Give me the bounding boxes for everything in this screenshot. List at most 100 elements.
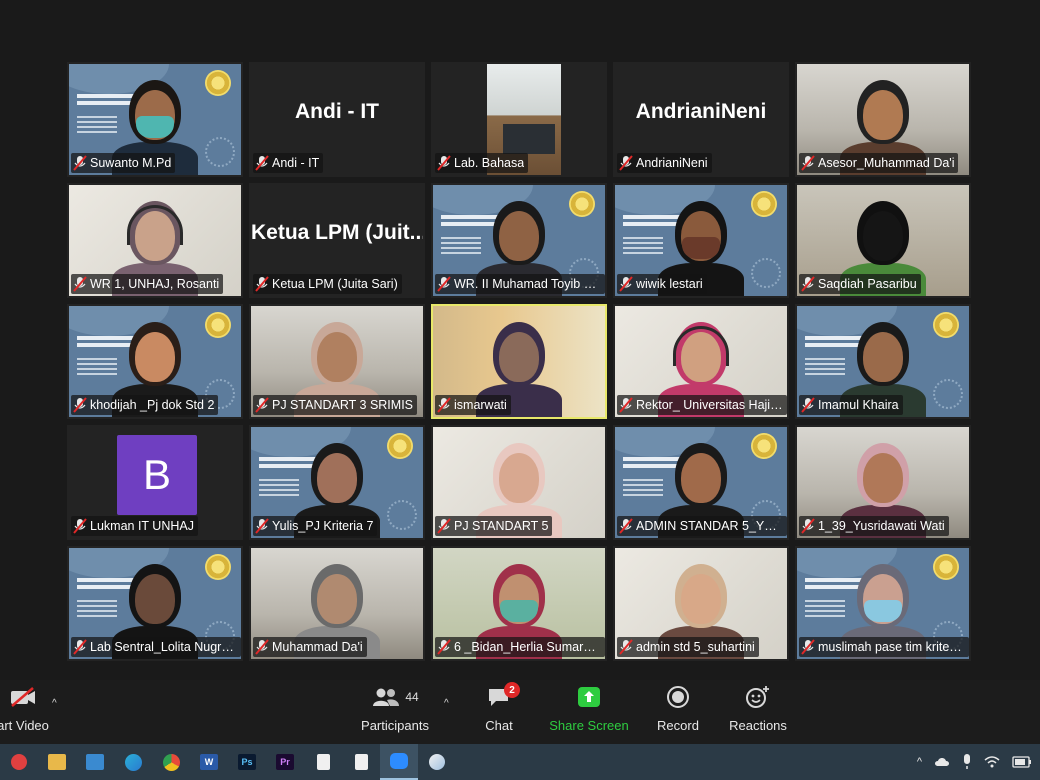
participants-button[interactable]: 44 Participants bbox=[360, 680, 430, 744]
mic-muted-icon bbox=[255, 276, 269, 292]
taskbar-zoom-icon[interactable] bbox=[380, 744, 418, 780]
participant-nameplate: Rektor_ Universitas Haji sum... bbox=[617, 395, 787, 415]
participant-nameplate: ADMIN STANDAR 5_YETTI bbox=[617, 516, 787, 536]
participant-name: ismarwati bbox=[454, 398, 507, 412]
reactions-label: Reactions bbox=[729, 718, 787, 733]
participant-tile[interactable]: Yulis_PJ Kriteria 7 bbox=[249, 425, 425, 540]
participant-tile[interactable]: khodijah _Pj dok Std 2 bbox=[67, 304, 243, 419]
participant-name: Lab Sentral_Lolita Nugra... bbox=[90, 640, 237, 654]
taskbar-premiere-icon[interactable]: Pr bbox=[266, 744, 304, 780]
participant-tile[interactable]: PJ STANDART 3 SRIMIS bbox=[249, 304, 425, 419]
participant-tile[interactable]: B Lukman IT UNHAJ bbox=[67, 425, 243, 540]
university-seal-icon bbox=[205, 70, 231, 96]
taskbar-paint-icon[interactable] bbox=[418, 744, 456, 780]
participant-name: admin std 5_suhartini bbox=[636, 640, 755, 654]
mic-muted-icon bbox=[255, 397, 269, 413]
wifi-icon[interactable] bbox=[984, 755, 1000, 769]
participant-name: Saqdiah Pasaribu bbox=[818, 277, 917, 291]
video-off-icon bbox=[8, 680, 38, 714]
participant-name: WR. II Muhamad Toyib D... bbox=[454, 277, 601, 291]
participant-tile[interactable]: muslimah pase tim kriteri... bbox=[795, 546, 971, 661]
participant-tile[interactable]: 6 _Bidan_Herlia Sumardh... bbox=[431, 546, 607, 661]
participant-tile[interactable]: Imamul Khaira bbox=[795, 304, 971, 419]
participant-tile[interactable]: PJ STANDART 5 bbox=[431, 425, 607, 540]
taskbar-mail-icon[interactable] bbox=[76, 744, 114, 780]
participant-nameplate: Andi - IT bbox=[253, 153, 324, 173]
participant-tile[interactable]: WR. II Muhamad Toyib D... bbox=[431, 183, 607, 298]
taskbar-edge-icon[interactable] bbox=[114, 744, 152, 780]
participant-nameplate: Muhammad Da'i bbox=[253, 637, 367, 657]
university-seal-icon bbox=[205, 312, 231, 338]
participants-label: Participants bbox=[361, 718, 429, 733]
reactions-button[interactable]: Reactions bbox=[726, 680, 790, 744]
participant-name: PJ STANDART 5 bbox=[454, 519, 549, 533]
mic-muted-icon bbox=[619, 397, 633, 413]
share-screen-label: Share Screen bbox=[549, 718, 629, 733]
share-screen-icon bbox=[576, 680, 602, 714]
participant-nameplate: Ketua LPM (Juita Sari) bbox=[253, 274, 402, 294]
mic-muted-icon bbox=[801, 639, 815, 655]
participant-name: 6 _Bidan_Herlia Sumardh... bbox=[454, 640, 601, 654]
participant-tile[interactable]: WR 1, UNHAJ, Rosanti bbox=[67, 183, 243, 298]
taskbar-photoshop-icon[interactable]: Ps bbox=[228, 744, 266, 780]
participant-nameplate: 6 _Bidan_Herlia Sumardh... bbox=[435, 637, 605, 657]
participant-tile[interactable]: AndrianiNeni AndrianiNeni bbox=[613, 62, 789, 177]
participant-tile[interactable]: admin std 5_suhartini bbox=[613, 546, 789, 661]
participant-tile[interactable]: Asesor_Muhammad Da'i bbox=[795, 62, 971, 177]
start-video-label: art Video bbox=[0, 718, 49, 733]
participant-name: Imamul Khaira bbox=[818, 398, 899, 412]
record-label: Record bbox=[657, 718, 699, 733]
participant-tile[interactable]: Rektor_ Universitas Haji sum... bbox=[613, 304, 789, 419]
participant-name: Lukman IT UNHAJ bbox=[90, 519, 194, 533]
participant-tile[interactable]: wiwik lestari bbox=[613, 183, 789, 298]
participant-tile[interactable]: Andi - IT Andi - IT bbox=[249, 62, 425, 177]
university-seal-icon bbox=[751, 433, 777, 459]
participant-nameplate: Suwanto M.Pd bbox=[71, 153, 176, 173]
taskbar-word-icon[interactable]: W bbox=[190, 744, 228, 780]
university-seal-icon bbox=[569, 191, 595, 217]
record-icon bbox=[666, 680, 690, 714]
participant-name: ADMIN STANDAR 5_YETTI bbox=[636, 519, 783, 533]
record-button[interactable]: Record bbox=[652, 680, 704, 744]
video-options-caret-icon[interactable]: ^ bbox=[52, 698, 57, 709]
participants-options-caret-icon[interactable]: ^ bbox=[444, 698, 449, 709]
chat-badge: 2 bbox=[504, 682, 520, 698]
participant-tile[interactable]: Lab Sentral_Lolita Nugra... bbox=[67, 546, 243, 661]
taskbar-chrome-icon[interactable] bbox=[152, 744, 190, 780]
taskbar-zoom-red-icon[interactable] bbox=[0, 744, 38, 780]
participant-nameplate: Yulis_PJ Kriteria 7 bbox=[253, 516, 378, 536]
participant-tile[interactable]: ismarwati bbox=[431, 304, 607, 419]
participant-tile[interactable]: Saqdiah Pasaribu bbox=[795, 183, 971, 298]
tray-chevron-up-icon[interactable]: ^ bbox=[917, 756, 922, 768]
university-seal-icon bbox=[933, 312, 959, 338]
participants-count: 44 bbox=[405, 690, 419, 704]
start-video-button[interactable]: art Video bbox=[0, 680, 58, 744]
participant-tile[interactable]: Muhammad Da'i bbox=[249, 546, 425, 661]
mic-muted-icon bbox=[437, 397, 451, 413]
participant-name: khodijah _Pj dok Std 2 bbox=[90, 398, 215, 412]
participant-tile[interactable]: Ketua LPM (Juit... Ketua LPM (Juita Sari) bbox=[249, 183, 425, 298]
chat-button[interactable]: 2 Chat bbox=[474, 680, 524, 744]
participant-nameplate: Asesor_Muhammad Da'i bbox=[799, 153, 959, 173]
participant-tile[interactable]: ADMIN STANDAR 5_YETTI bbox=[613, 425, 789, 540]
taskbar-notepad-icon[interactable] bbox=[342, 744, 380, 780]
share-screen-button[interactable]: Share Screen bbox=[548, 680, 630, 744]
participant-nameplate: wiwik lestari bbox=[617, 274, 707, 294]
windows-taskbar: W Ps Pr ^ bbox=[0, 744, 1040, 780]
participant-name: Asesor_Muhammad Da'i bbox=[818, 156, 955, 170]
participant-tile[interactable]: Suwanto M.Pd bbox=[67, 62, 243, 177]
participant-tile[interactable]: 1_39_Yusridawati Wati bbox=[795, 425, 971, 540]
taskbar-file-explorer-icon[interactable] bbox=[38, 744, 76, 780]
mic-muted-icon bbox=[619, 276, 633, 292]
microphone-icon[interactable] bbox=[962, 754, 972, 770]
mic-muted-icon bbox=[801, 276, 815, 292]
battery-icon[interactable] bbox=[1012, 756, 1032, 768]
participant-tile[interactable]: Lab. Bahasa bbox=[431, 62, 607, 177]
participant-name: Muhammad Da'i bbox=[272, 640, 363, 654]
taskbar-notepad-icon[interactable] bbox=[304, 744, 342, 780]
onedrive-cloud-icon[interactable] bbox=[934, 756, 950, 768]
mic-muted-icon bbox=[73, 276, 87, 292]
participant-nameplate: WR 1, UNHAJ, Rosanti bbox=[71, 274, 224, 294]
mic-muted-icon bbox=[73, 518, 87, 534]
participant-name: Lab. Bahasa bbox=[454, 156, 525, 170]
